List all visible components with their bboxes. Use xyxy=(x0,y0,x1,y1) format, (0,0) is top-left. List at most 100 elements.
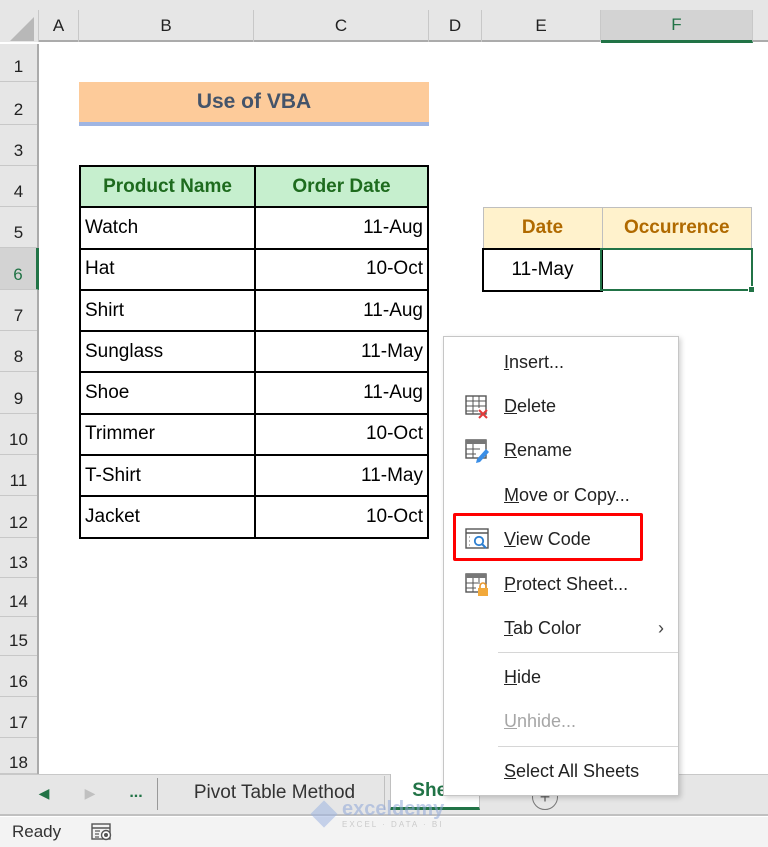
order-date-cell[interactable]: 11-Aug xyxy=(254,371,429,415)
menu-label: Select All Sheets xyxy=(504,760,640,781)
menu-item-unhide: Unhide... xyxy=(444,701,678,741)
table-row: Trimmer 10-Oct xyxy=(79,412,429,457)
menu-label-rest: ab Color xyxy=(513,617,582,638)
menu-label-rest: elect All Sheets xyxy=(516,760,640,781)
sheet-tab-context-menu: Insert... Delete Rename Move or Copy... xyxy=(443,336,679,796)
row-header-12[interactable]: 12 xyxy=(0,496,37,538)
product-name-cell[interactable]: Shoe xyxy=(79,371,256,415)
column-header-f[interactable]: F xyxy=(601,10,753,43)
column-header-d[interactable]: D xyxy=(429,10,482,42)
menu-item-move-or-copy[interactable]: Move or Copy... xyxy=(444,475,678,515)
table-row: Watch 11-Aug xyxy=(79,206,429,250)
order-date-cell[interactable]: 10-Oct xyxy=(254,247,429,291)
row-header-9[interactable]: 9 xyxy=(0,372,37,414)
column-header-a[interactable]: A xyxy=(39,10,79,42)
column-header-c[interactable]: C xyxy=(254,10,429,42)
menu-item-select-all-sheets[interactable]: Select All Sheets xyxy=(444,751,678,791)
order-date-cell[interactable]: 11-Aug xyxy=(254,288,429,333)
column-header-b[interactable]: B xyxy=(79,10,254,42)
menu-label: Delete xyxy=(504,395,557,416)
menu-item-hide[interactable]: Hide xyxy=(444,657,678,697)
macro-recording-icon[interactable] xyxy=(91,823,113,841)
chevron-right-icon: › xyxy=(658,617,664,638)
watermark: exceldemy EXCEL · DATA · BI xyxy=(310,798,462,830)
active-cell-f6[interactable] xyxy=(600,248,753,291)
header-order-date[interactable]: Order Date xyxy=(254,164,429,209)
order-date-cell[interactable]: 11-May xyxy=(254,330,429,374)
order-date-cell[interactable]: 11-Aug xyxy=(254,206,429,250)
column-header-e[interactable]: E xyxy=(482,10,601,42)
menu-label: Protect Sheet... xyxy=(504,573,629,594)
menu-label-rest: ide xyxy=(517,666,542,687)
status-text: Ready xyxy=(12,822,62,841)
row-header-2[interactable]: 2 xyxy=(0,82,37,125)
title-cell[interactable]: Use of VBA xyxy=(79,82,429,126)
product-name-cell[interactable]: Watch xyxy=(79,206,256,250)
row-header-11[interactable]: 11 xyxy=(0,455,37,496)
menu-label-rest: rotect Sheet... xyxy=(516,573,629,594)
menu-label: Move or Copy... xyxy=(504,484,630,505)
row-header-17[interactable]: 17 xyxy=(0,697,37,738)
row-header-3[interactable]: 3 xyxy=(0,125,37,166)
product-table: Product Name Order Date Watch 11-Aug Hat 1… xyxy=(79,164,429,539)
menu-separator xyxy=(498,746,678,747)
row-header-15[interactable]: 15 xyxy=(0,617,37,656)
row-header-8[interactable]: 8 xyxy=(0,331,37,372)
menu-label-rest: ove or Copy... xyxy=(519,484,630,505)
row-header-13[interactable]: 13 xyxy=(0,538,37,578)
delete-sheet-icon xyxy=(464,393,490,419)
menu-item-tab-color[interactable]: Tab Color › xyxy=(444,608,678,648)
product-name-cell[interactable]: Sunglass xyxy=(79,330,256,374)
occurrence-table-header-row: Date Occurrence xyxy=(482,207,752,250)
more-sheets-button[interactable]: ... xyxy=(124,778,148,808)
select-all-triangle-icon xyxy=(10,17,34,41)
order-date-cell[interactable]: 11-May xyxy=(254,454,429,498)
table-row: Hat 10-Oct xyxy=(79,247,429,291)
table-row: Shoe 11-Aug xyxy=(79,371,429,415)
rename-sheet-icon xyxy=(464,437,490,463)
product-table-header-row: Product Name Order Date xyxy=(79,164,429,209)
protect-sheet-icon xyxy=(464,571,490,597)
product-name-cell[interactable]: Jacket xyxy=(79,495,256,539)
ribbon-edge xyxy=(0,0,768,10)
watermark-name: exceldemy xyxy=(342,798,445,820)
menu-label-rest: nsert... xyxy=(509,351,565,372)
order-date-cell[interactable]: 10-Oct xyxy=(254,412,429,457)
menu-item-rename[interactable]: Rename xyxy=(444,430,678,470)
header-product-name[interactable]: Product Name xyxy=(79,164,256,209)
menu-item-delete[interactable]: Delete xyxy=(444,386,678,426)
menu-label: Insert... xyxy=(504,351,565,372)
row-header-18[interactable]: 18 xyxy=(0,738,37,774)
product-name-cell[interactable]: Hat xyxy=(79,247,256,291)
watermark-tagline: EXCEL · DATA · BI xyxy=(342,820,444,829)
menu-item-insert[interactable]: Insert... xyxy=(444,342,678,382)
row-header-16[interactable]: 16 xyxy=(0,656,37,697)
menu-item-protect-sheet[interactable]: Protect Sheet... xyxy=(444,564,678,604)
row-header-10[interactable]: 10 xyxy=(0,414,37,455)
scroll-tabs-right-icon[interactable]: ▶ xyxy=(80,778,100,808)
product-name-cell[interactable]: Trimmer xyxy=(79,412,256,457)
row-header-7[interactable]: 7 xyxy=(0,290,37,331)
row-header-14[interactable]: 14 xyxy=(0,578,37,617)
table-row: Jacket 10-Oct xyxy=(79,495,429,539)
view-code-highlight-annotation xyxy=(453,513,643,561)
menu-label: Hide xyxy=(504,666,542,687)
menu-label-rest: ename xyxy=(517,439,573,460)
table-row: Shirt 11-Aug xyxy=(79,288,429,333)
table-row: Sunglass 11-May xyxy=(79,330,429,374)
tab-separator xyxy=(157,778,158,810)
date-value-cell[interactable]: 11-May xyxy=(482,248,603,292)
row-header-1[interactable]: 1 xyxy=(0,44,37,82)
product-name-cell[interactable]: Shirt xyxy=(79,288,256,333)
row-header-4[interactable]: 4 xyxy=(0,166,37,207)
order-date-cell[interactable]: 10-Oct xyxy=(254,495,429,539)
menu-label: Rename xyxy=(504,439,573,460)
header-date[interactable]: Date xyxy=(482,207,603,250)
header-occurrence[interactable]: Occurrence xyxy=(601,207,752,250)
row-header-6[interactable]: 6 xyxy=(0,248,39,290)
product-name-cell[interactable]: T-Shirt xyxy=(79,454,256,498)
row-header-5[interactable]: 5 xyxy=(0,207,37,248)
menu-label: Unhide... xyxy=(504,710,577,731)
scroll-tabs-left-icon[interactable]: ◀ xyxy=(34,778,54,808)
fill-handle[interactable] xyxy=(748,286,755,293)
